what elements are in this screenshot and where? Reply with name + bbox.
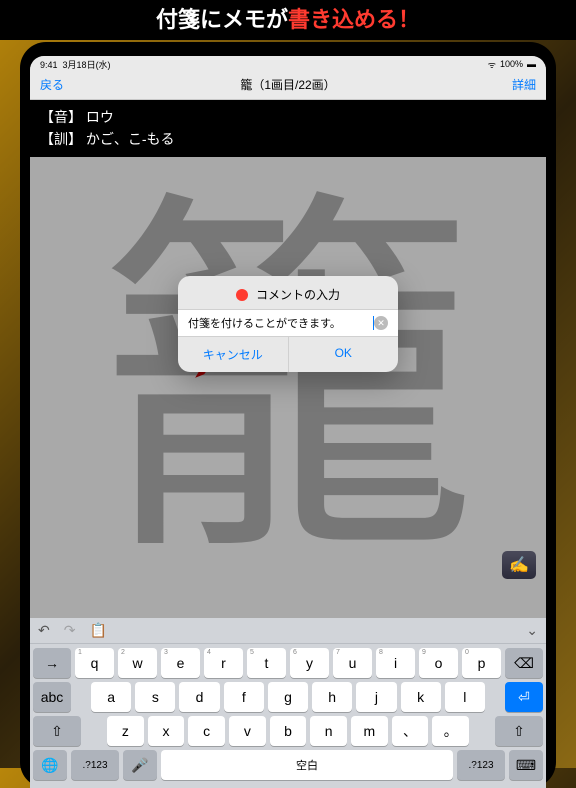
keyboard-toolbar: ↶ ↷ 📋 ⌄ xyxy=(30,618,546,644)
dialog-header: コメントの入力 xyxy=(178,276,398,309)
mic-icon: 🎤 xyxy=(131,757,148,774)
key-p[interactable]: p0 xyxy=(462,648,501,678)
key-b[interactable]: b xyxy=(270,716,307,746)
abc-key[interactable]: abc xyxy=(33,682,71,712)
key-j[interactable]: j xyxy=(356,682,396,712)
cancel-button[interactable]: キャンセル xyxy=(178,337,289,372)
promo-text-highlight: 書き込める！ xyxy=(288,7,420,32)
key-h[interactable]: h xyxy=(312,682,352,712)
sticky-note-button[interactable]: ✍️ xyxy=(502,551,536,579)
key-x[interactable]: x xyxy=(148,716,185,746)
battery-icon: ▬ xyxy=(527,59,536,69)
on-reading: 【音】 ロウ xyxy=(40,106,536,128)
num-key[interactable]: .?123 xyxy=(71,750,119,780)
key-v[interactable]: v xyxy=(229,716,266,746)
readings-panel: 【音】 ロウ 【訓】 かご、こ-もる xyxy=(30,100,546,157)
key-k[interactable]: k xyxy=(401,682,441,712)
kun-reading: 【訓】 かご、こ-もる xyxy=(40,128,536,150)
key-period[interactable]: 。 xyxy=(432,716,469,746)
red-dot-icon xyxy=(236,289,248,301)
space-key[interactable]: 空白 xyxy=(161,750,453,780)
key-e[interactable]: e3 xyxy=(161,648,200,678)
key-a[interactable]: a xyxy=(91,682,131,712)
comment-input-row[interactable]: ✕ xyxy=(178,309,398,337)
status-left: 9:41 3月18日(水) xyxy=(40,58,111,70)
paste-icon[interactable]: 📋 xyxy=(89,622,106,639)
tab-key[interactable]: → xyxy=(33,648,71,678)
undo-icon[interactable]: ↶ xyxy=(38,622,50,639)
key-c[interactable]: c xyxy=(188,716,225,746)
shift-key-right[interactable]: ⇧ xyxy=(495,716,543,746)
comment-input[interactable] xyxy=(188,317,373,329)
key-t[interactable]: t5 xyxy=(247,648,286,678)
ok-button[interactable]: OK xyxy=(289,337,399,372)
clear-input-button[interactable]: ✕ xyxy=(374,316,388,330)
mic-key[interactable]: 🎤 xyxy=(123,750,157,780)
dialog-actions: キャンセル OK xyxy=(178,337,398,372)
globe-key[interactable]: 🌐 xyxy=(33,750,67,780)
status-bar: 9:41 3月18日(水) ᯤ 100% ▬ xyxy=(30,56,546,70)
kanji-guide: 籠 xyxy=(30,177,546,587)
key-o[interactable]: o9 xyxy=(419,648,458,678)
key-y[interactable]: y6 xyxy=(290,648,329,678)
status-right: ᯤ 100% ▬ xyxy=(488,58,536,70)
key-l[interactable]: l xyxy=(445,682,485,712)
status-date: 3月18日(水) xyxy=(63,60,111,70)
key-f[interactable]: f xyxy=(224,682,264,712)
globe-icon: 🌐 xyxy=(41,757,58,774)
key-i[interactable]: i8 xyxy=(376,648,415,678)
detail-button[interactable]: 詳細 xyxy=(512,76,536,93)
key-n[interactable]: n xyxy=(310,716,347,746)
key-u[interactable]: u7 xyxy=(333,648,372,678)
key-q[interactable]: q1 xyxy=(75,648,114,678)
key-d[interactable]: d xyxy=(179,682,219,712)
page-title: 籠（1画目/22画） xyxy=(240,76,335,93)
backspace-key[interactable]: ⌫ xyxy=(505,648,543,678)
key-r[interactable]: r4 xyxy=(204,648,243,678)
enter-key[interactable]: ⏎ xyxy=(505,682,543,712)
wifi-icon: ᯤ xyxy=(488,58,496,71)
key-m[interactable]: m xyxy=(351,716,388,746)
comment-dialog: コメントの入力 ✕ キャンセル OK xyxy=(178,276,398,372)
dialog-title: コメントの入力 xyxy=(256,286,340,303)
status-time: 9:41 xyxy=(40,60,58,70)
key-g[interactable]: g xyxy=(268,682,308,712)
keyboard-rows: →q1w2e3r4t5y6u7i8o9p0⌫ abcasdfghjkl ⏎ ⇧ zx… xyxy=(30,644,546,788)
screen: 9:41 3月18日(水) ᯤ 100% ▬ 戻る 籠（1画目/22画） 詳細 … xyxy=(30,56,546,788)
tablet-frame: 9:41 3月18日(水) ᯤ 100% ▬ 戻る 籠（1画目/22画） 詳細 … xyxy=(20,42,556,788)
promo-text-1: 付箋にメモが xyxy=(156,7,288,32)
shift-key[interactable]: ⇧ xyxy=(33,716,81,746)
key-z[interactable]: z xyxy=(107,716,144,746)
key-w[interactable]: w2 xyxy=(118,648,157,678)
key-comma[interactable]: 、 xyxy=(392,716,429,746)
redo-icon[interactable]: ↷ xyxy=(64,622,76,639)
key-s[interactable]: s xyxy=(135,682,175,712)
navigation-bar: 戻る 籠（1画目/22画） 詳細 xyxy=(30,70,546,100)
promo-banner: 付箋にメモが書き込める！ xyxy=(0,0,576,40)
num-key-right[interactable]: .?123 xyxy=(457,750,505,780)
battery-percent: 100% xyxy=(500,59,523,69)
keyboard: ↶ ↷ 📋 ⌄ →q1w2e3r4t5y6u7i8o9p0⌫ abcasdfgh… xyxy=(30,618,546,788)
back-button[interactable]: 戻る xyxy=(40,76,64,93)
hide-keyboard-key[interactable]: ⌨ xyxy=(509,750,543,780)
hide-keyboard-icon[interactable]: ⌄ xyxy=(526,622,538,639)
keyboard-hide-icon: ⌨ xyxy=(516,757,536,774)
